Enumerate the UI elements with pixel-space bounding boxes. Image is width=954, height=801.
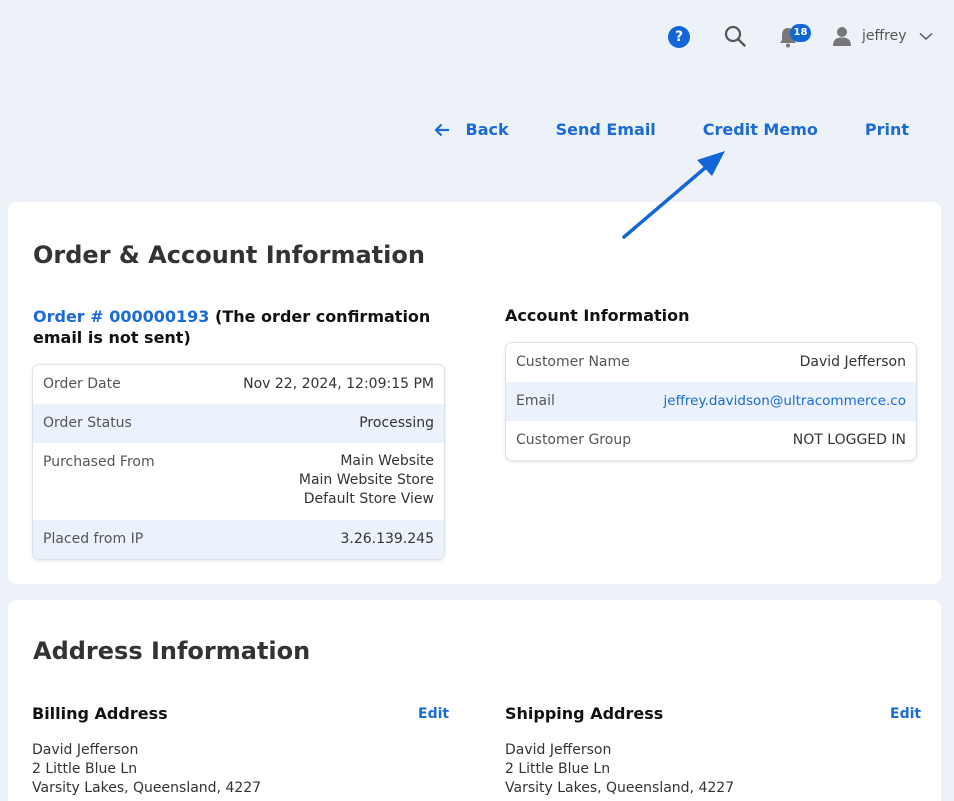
credit-memo-button[interactable]: Credit Memo — [703, 120, 818, 139]
shipping-edit-link[interactable]: Edit — [890, 706, 921, 722]
row-value: David Jefferson — [799, 354, 906, 370]
address-line: Varsity Lakes, Queensland, 4227 — [32, 780, 262, 796]
table-row: Purchased From Main Website Main Website… — [33, 443, 444, 520]
table-row: Customer Name David Jefferson — [506, 343, 916, 382]
row-label: Customer Group — [516, 432, 632, 448]
account-info-table: Customer Name David Jefferson Email jeff… — [505, 342, 917, 461]
address-line: David Jefferson — [505, 742, 612, 758]
row-value: Main Website Main Website Store Default … — [299, 452, 434, 509]
billing-address-block: David Jefferson 2 Little Blue Ln Varsity… — [32, 741, 261, 798]
billing-edit-link[interactable]: Edit — [418, 706, 449, 722]
address-line: 2 Little Blue Ln — [32, 761, 138, 777]
help-icon[interactable]: ? — [668, 26, 690, 48]
username: jeffrey — [862, 28, 907, 44]
address-info-card: Address Information Billing Address Edit… — [8, 600, 941, 801]
row-label: Order Date — [43, 376, 121, 392]
table-row: Order Status Processing — [33, 404, 444, 443]
row-label: Customer Name — [516, 354, 630, 370]
user-menu[interactable]: jeffrey — [832, 22, 933, 50]
purchased-from-line: Main Website Store — [298, 472, 434, 488]
row-value: Processing — [359, 415, 434, 431]
row-value: NOT LOGGED IN — [792, 432, 906, 448]
address-line: David Jefferson — [32, 742, 139, 758]
shipping-address-heading: Shipping Address — [505, 704, 664, 723]
top-bar: ? 18 jeffrey — [0, 0, 954, 72]
order-number-link[interactable]: Order # 000000193 — [33, 307, 209, 326]
print-button[interactable]: Print — [865, 120, 909, 139]
arrow-left-icon — [433, 123, 449, 136]
order-account-title: Order & Account Information — [33, 241, 425, 269]
address-line: 2 Little Blue Ln — [505, 761, 611, 777]
search-icon[interactable] — [723, 24, 747, 48]
row-label: Order Status — [43, 415, 132, 431]
address-line: Varsity Lakes, Queensland, 4227 — [505, 780, 735, 796]
account-info-heading: Account Information — [505, 306, 690, 325]
order-info-table: Order Date Nov 22, 2024, 12:09:15 PM Ord… — [32, 364, 445, 560]
table-row: Order Date Nov 22, 2024, 12:09:15 PM — [33, 365, 444, 404]
order-heading: Order # 000000193 (The order confirmatio… — [33, 306, 453, 348]
purchased-from-line: Default Store View — [303, 491, 434, 507]
row-value: Nov 22, 2024, 12:09:15 PM — [243, 376, 434, 392]
table-row: Placed from IP 3.26.139.245 — [33, 520, 444, 559]
address-info-title: Address Information — [33, 637, 311, 665]
user-icon — [833, 27, 851, 46]
back-button[interactable]: Back — [433, 120, 509, 139]
shipping-address-block: David Jefferson 2 Little Blue Ln Varsity… — [505, 741, 734, 798]
notification-badge[interactable]: 18 — [790, 24, 811, 42]
row-value: 3.26.139.245 — [340, 531, 434, 547]
chevron-down-icon — [918, 32, 933, 40]
purchased-from-line: Main Website — [340, 453, 434, 469]
row-label: Purchased From — [43, 454, 155, 470]
row-label: Email — [516, 393, 555, 409]
billing-address-heading: Billing Address — [32, 704, 168, 723]
order-actions: Back Send Email Credit Memo Print — [433, 120, 909, 139]
back-label: Back — [465, 120, 509, 139]
row-label: Placed from IP — [43, 531, 144, 547]
table-row: Email jeffrey.davidson@ultracommerce.co — [506, 382, 916, 421]
customer-email-link[interactable]: jeffrey.davidson@ultracommerce.co — [664, 393, 906, 409]
send-email-button[interactable]: Send Email — [556, 120, 656, 139]
order-account-card: Order & Account Information Order # 0000… — [8, 202, 941, 584]
table-row: Customer Group NOT LOGGED IN — [506, 421, 916, 460]
